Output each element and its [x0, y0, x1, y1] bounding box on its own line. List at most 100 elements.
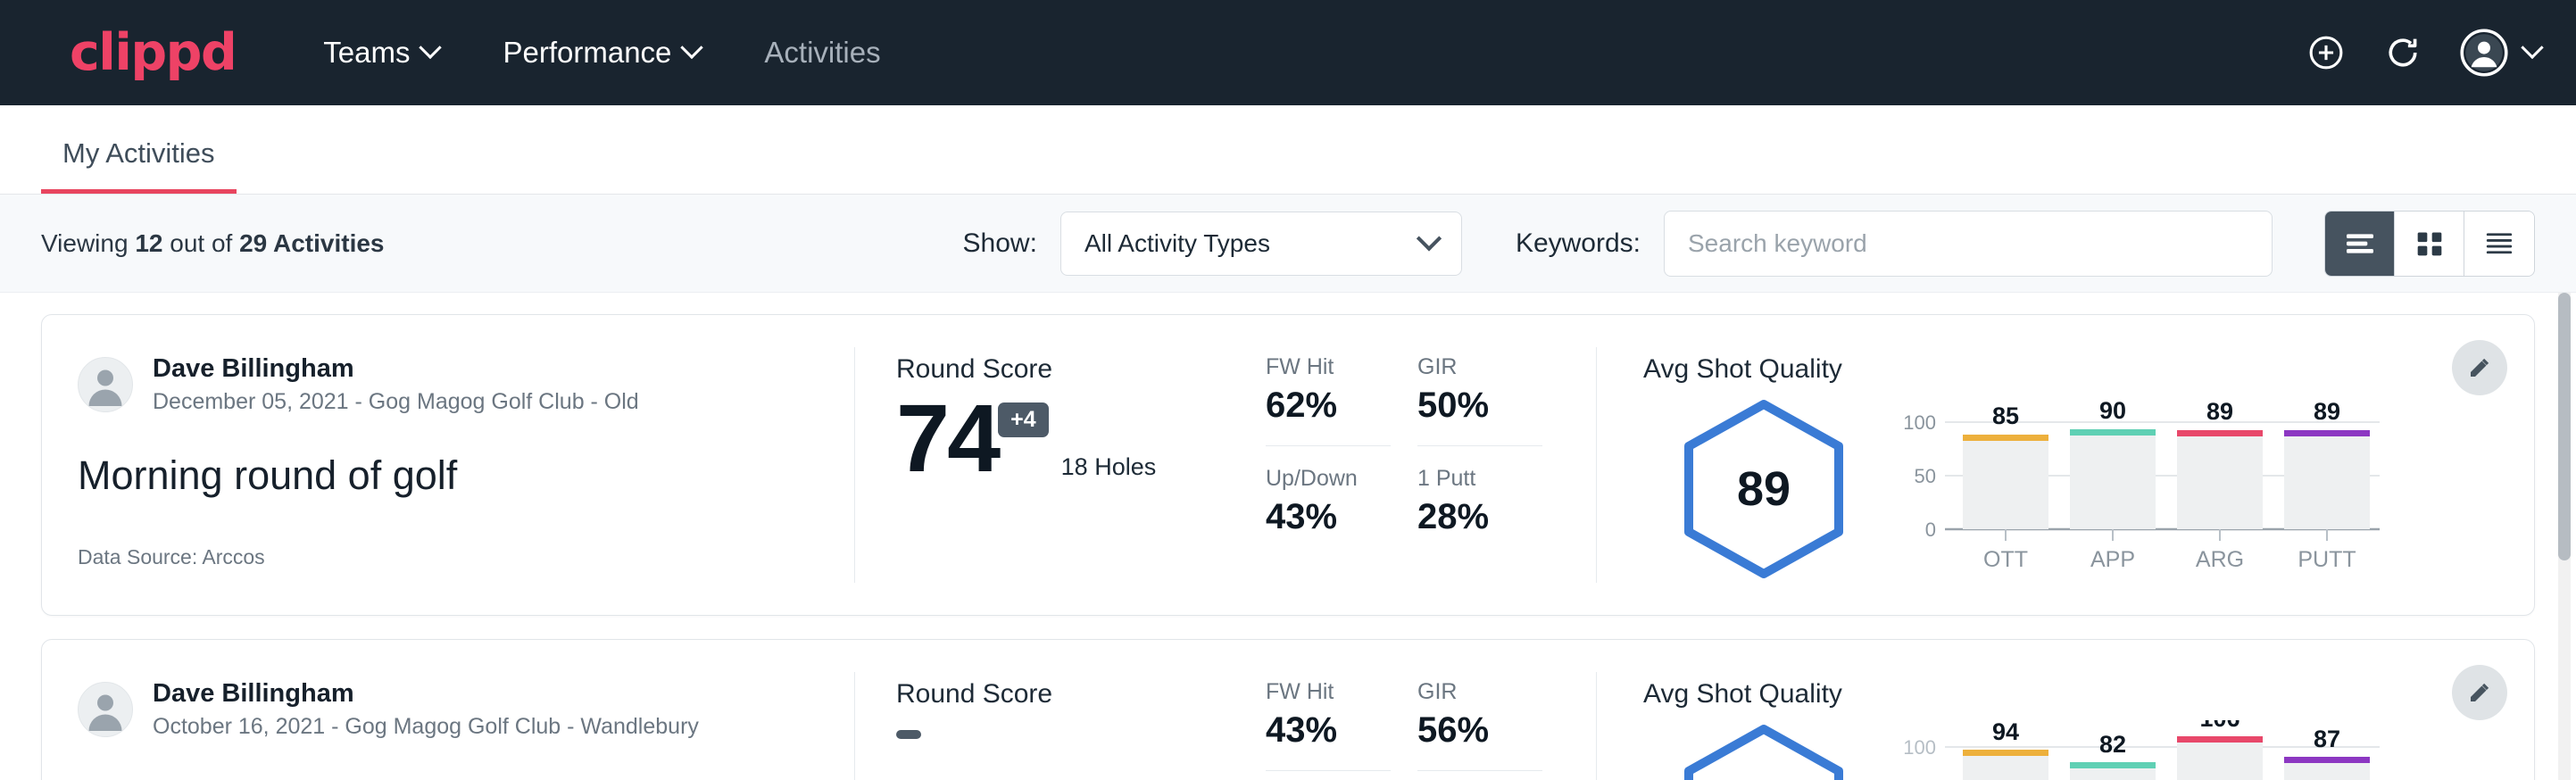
stat-value-1-putt: 28% [1417, 497, 1569, 537]
quality-hexagon: 89 [1643, 392, 1884, 581]
avg-shot-quality-body: 89 100 50 0 [1643, 392, 2534, 583]
divider [1417, 445, 1542, 446]
grid-view-icon[interactable] [2395, 212, 2464, 276]
activity-card[interactable]: Dave Billingham October 16, 2021 - Gog M… [41, 639, 2535, 780]
round-score-row: 74 +4 18 Holes [896, 390, 1266, 486]
viewing-mid: out of [162, 229, 239, 257]
stat-label-fw-hit: FW Hit [1266, 354, 1417, 380]
shot-quality-bar-chart: 100 50 0 [1884, 392, 2534, 583]
refresh-icon[interactable] [2383, 33, 2422, 72]
svg-text:90: 90 [2099, 397, 2126, 424]
brand-logo[interactable]: clippd [70, 23, 236, 82]
account-menu[interactable] [2460, 29, 2540, 77]
avg-shot-quality-label: Avg Shot Quality [1643, 679, 2534, 709]
viewing-suffix: Activities [267, 229, 384, 257]
player-header: Dave Billingham October 16, 2021 - Gog M… [78, 679, 819, 740]
svg-text:94: 94 [1992, 720, 2019, 745]
round-score-label: Round Score [896, 679, 1266, 709]
score-badge-wrap: +4 [998, 402, 1049, 437]
activity-card-list[interactable]: Dave Billingham December 05, 2021 - Gog … [0, 293, 2576, 780]
activity-type-select[interactable]: All Activity Types [1060, 212, 1462, 276]
nav-item-teams[interactable]: Teams [323, 36, 438, 70]
status-badge [896, 730, 921, 739]
avg-shot-quality-column: Avg Shot Quality 100 50 0 [1597, 640, 2534, 780]
divider [1417, 770, 1542, 771]
shot-quality-bar-chart: 100 50 0 94 [1884, 717, 2534, 780]
chevron-down-icon [1417, 226, 1442, 251]
divider [1266, 770, 1391, 771]
stat-label-up-down: Up/Down [1266, 466, 1417, 492]
quality-score-value [1674, 722, 1853, 780]
chevron-down-icon [2521, 37, 2543, 59]
viewing-count: 12 [135, 229, 162, 257]
svg-text:82: 82 [2099, 731, 2126, 758]
stats-col-right: GIR 56% 1 Putt [1417, 679, 1569, 780]
viewing-count-text: Viewing 12 out of 29 Activities [41, 229, 385, 258]
pencil-icon [2466, 354, 2493, 381]
stats-col-left: FW Hit 62% Up/Down 43% [1266, 354, 1417, 615]
activity-title: Morning round of golf [78, 452, 819, 499]
nav-item-teams-label: Teams [323, 36, 410, 70]
edit-activity-button[interactable] [2452, 665, 2507, 720]
player-header: Dave Billingham December 05, 2021 - Gog … [78, 354, 819, 415]
activity-type-select-value: All Activity Types [1084, 229, 1270, 258]
stats-column: FW Hit 62% Up/Down 43% GIR 50% 1 Putt 28… [1266, 315, 1596, 615]
tab-strip: My Activities [0, 105, 2576, 195]
nav-item-activities-label: Activities [764, 36, 880, 70]
divider [1266, 445, 1391, 446]
player-name: Dave Billingham [153, 354, 639, 384]
stat-value-fw-hit: 62% [1266, 386, 1417, 426]
svg-text:0: 0 [1925, 519, 1936, 541]
stat-label-gir: GIR [1417, 354, 1569, 380]
round-score-column: Round Score 74 +4 18 Holes [855, 315, 1266, 615]
activity-summary-column: Dave Billingham October 16, 2021 - Gog M… [42, 640, 854, 780]
svg-text:50: 50 [1915, 465, 1936, 487]
activity-card[interactable]: Dave Billingham December 05, 2021 - Gog … [41, 314, 2535, 616]
player-info: Dave Billingham December 05, 2021 - Gog … [153, 354, 639, 415]
stats-col-right: GIR 50% 1 Putt 28% [1417, 354, 1569, 615]
list-view-icon[interactable] [2325, 212, 2395, 276]
main-nav-items: Teams Performance Activities [323, 36, 880, 70]
svg-text:106: 106 [2199, 720, 2239, 732]
top-navigation-bar: clippd Teams Performance Activities [0, 0, 2576, 105]
chevron-down-icon [420, 37, 442, 59]
compact-list-view-icon[interactable] [2464, 212, 2534, 276]
stat-label-1-putt: 1 Putt [1417, 466, 1569, 492]
stat-label-fw-hit: FW Hit [1266, 679, 1417, 705]
search-input[interactable] [1664, 211, 2273, 277]
svg-text:89: 89 [2314, 398, 2340, 425]
filter-controls: Show: All Activity Types Keywords: [963, 211, 2535, 277]
player-name: Dave Billingham [153, 679, 699, 709]
stat-value-fw-hit: 43% [1266, 710, 1417, 751]
nav-item-performance[interactable]: Performance [503, 36, 700, 70]
viewing-prefix: Viewing [41, 229, 135, 257]
stats-column: FW Hit 43% Up/Down GIR 56% 1 Putt [1266, 640, 1596, 780]
stat-value-gir: 56% [1417, 710, 1569, 751]
round-score-column: Round Score [855, 640, 1266, 780]
viewing-total: 29 [239, 229, 267, 257]
quality-score-value: 89 [1674, 397, 1853, 581]
avg-shot-quality-body: 100 50 0 94 [1643, 717, 2534, 780]
activity-data-source: Data Source: Arccos [78, 545, 819, 569]
svg-text:ARG: ARG [2196, 547, 2244, 572]
avg-shot-quality-label: Avg Shot Quality [1643, 354, 2534, 385]
nav-item-performance-label: Performance [503, 36, 671, 70]
quality-hexagon [1643, 717, 1884, 780]
scrollbar-thumb[interactable] [2558, 293, 2571, 560]
round-score-value: 74 [896, 390, 998, 486]
vertical-scrollbar[interactable] [2558, 293, 2571, 780]
tab-my-activities[interactable]: My Activities [41, 137, 237, 194]
stat-label-gir: GIR [1417, 679, 1569, 705]
plus-circle-icon[interactable] [2306, 33, 2346, 72]
svg-text:89: 89 [2206, 398, 2233, 425]
round-score-label: Round Score [896, 354, 1266, 385]
edit-activity-button[interactable] [2452, 340, 2507, 395]
nav-actions [2306, 29, 2540, 77]
svg-text:APP: APP [2090, 547, 2135, 572]
filter-bar: Viewing 12 out of 29 Activities Show: Al… [0, 195, 2576, 293]
status-badge: +4 [998, 402, 1049, 437]
svg-text:PUTT: PUTT [2298, 547, 2356, 572]
nav-item-activities[interactable]: Activities [764, 36, 880, 70]
avatar [78, 357, 133, 412]
avatar [78, 682, 133, 737]
